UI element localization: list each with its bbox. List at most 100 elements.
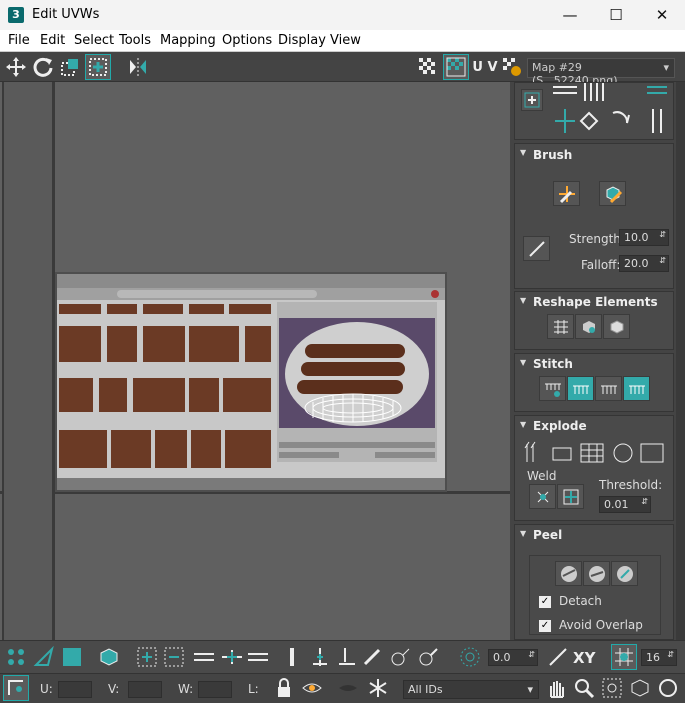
lasso-icon[interactable] (388, 645, 412, 669)
panel-scrollbar[interactable] (676, 82, 685, 640)
v-field[interactable] (128, 681, 162, 698)
loop-ring-icon[interactable] (192, 645, 272, 669)
pin-icon[interactable] (308, 645, 332, 669)
relax-element-icon[interactable] (575, 314, 602, 339)
edge-mode-icon[interactable] (32, 645, 56, 669)
zoom-region-icon[interactable] (600, 676, 624, 700)
menu-tools[interactable]: Tools (119, 33, 151, 48)
avoid-overlap-checkbox[interactable]: ✓ (539, 620, 551, 632)
bottom-toolbar: 0.0 ⇵ XY 16 ⇵ (0, 640, 685, 673)
freeze-icon[interactable] (366, 676, 390, 700)
vertex-mode-icon[interactable] (4, 645, 28, 669)
align-grid-icon[interactable] (549, 83, 639, 140)
minimize-button[interactable]: — (547, 0, 593, 30)
w-field[interactable] (198, 681, 232, 698)
collapse-icon[interactable]: ▼ (520, 420, 526, 429)
menu-view[interactable]: View (330, 33, 361, 48)
element-mode-icon[interactable] (97, 645, 121, 669)
uv-toggle[interactable]: U V (472, 55, 498, 79)
unpin-icon[interactable] (336, 645, 360, 669)
menu-select[interactable]: Select (74, 33, 114, 48)
face-mode-icon[interactable] (60, 645, 84, 669)
ids-select[interactable]: All IDs ▾ (403, 680, 539, 699)
peel-reset-icon[interactable] (611, 561, 638, 586)
grid-size-spinner[interactable]: 16 ⇵ (641, 649, 677, 666)
rollout-reshape: ▼ Reshape Elements (514, 291, 674, 350)
strength-label: Strength: (569, 232, 625, 246)
title-bar: 3 Edit UVWs — ☐ ✕ (0, 0, 685, 30)
transform-mode-icon[interactable] (3, 675, 29, 701)
hide-icon[interactable] (300, 676, 324, 700)
weld-all-icon[interactable] (557, 484, 584, 509)
menu-file[interactable]: File (8, 33, 30, 48)
brush-relax-icon[interactable] (599, 181, 626, 206)
rotate-tool-icon[interactable] (31, 55, 55, 79)
pan-hand-icon[interactable] (544, 676, 568, 700)
angle-spinner[interactable]: 0.0 ⇵ (488, 649, 538, 666)
mirror-tool-icon[interactable] (126, 55, 150, 79)
line-tool-icon[interactable] (523, 236, 550, 261)
collapse-icon[interactable]: ▼ (520, 296, 526, 305)
grow-selection-icon[interactable] (135, 645, 159, 669)
align-bar-icon[interactable] (280, 645, 304, 669)
checker-icon[interactable] (416, 55, 440, 79)
quick-peel-icon[interactable] (555, 561, 582, 586)
threshold-spinner[interactable]: 0.01 ⇵ (599, 496, 651, 513)
collapse-icon[interactable]: ▼ (520, 148, 526, 157)
eye-icon[interactable] (336, 676, 360, 700)
paint-select-icon[interactable] (416, 645, 440, 669)
collapse-icon[interactable]: ▼ (520, 358, 526, 367)
checker-teal-icon[interactable] (443, 54, 469, 80)
stitch-source-icon[interactable] (595, 376, 622, 401)
menu-mapping[interactable]: Mapping (160, 33, 216, 48)
rollout-brush: ▼ Brush Strength: 10.0 ⇵ Falloff: 20.0 ⇵ (514, 143, 674, 289)
collapse-icon[interactable]: ▼ (520, 529, 526, 538)
texture-settings-icon[interactable] (500, 55, 524, 79)
maximize-button[interactable]: ☐ (593, 0, 639, 30)
close-button[interactable]: ✕ (639, 0, 685, 30)
stitch-target-icon[interactable] (567, 376, 594, 401)
detach-checkbox[interactable]: ✓ (539, 596, 551, 608)
menu-edit[interactable]: Edit (40, 33, 65, 48)
map-select[interactable]: Map #29 (S...52240.png) ▾ (527, 58, 675, 87)
grid-snap-icon[interactable] (611, 644, 637, 670)
menu-options[interactable]: Options (222, 33, 272, 48)
status-toolbar: U: V: W: L: All IDs ▾ (0, 673, 685, 703)
detach-label: Detach (559, 594, 602, 608)
straighten-icon[interactable] (547, 314, 574, 339)
slash-icon[interactable] (546, 645, 570, 669)
xy-toggle[interactable]: XY (573, 649, 595, 667)
cube-icon[interactable] (603, 314, 630, 339)
peel-mode-icon[interactable] (583, 561, 610, 586)
threshold-label: Threshold: (599, 478, 663, 492)
brush-move-icon[interactable] (553, 181, 580, 206)
falloff-label: Falloff: (581, 258, 621, 272)
align-vertical-icon[interactable] (643, 83, 671, 140)
add-icon[interactable] (521, 89, 543, 111)
paint-brush-icon[interactable] (360, 645, 384, 669)
zoom-icon[interactable] (572, 676, 596, 700)
soft-select-icon[interactable] (458, 645, 482, 669)
window-title: Edit UVWs (32, 7, 100, 22)
weld-selected-icon[interactable] (529, 484, 556, 509)
weld-label: Weld (527, 469, 557, 483)
move-tool-icon[interactable] (4, 55, 28, 79)
avoid-overlap-label: Avoid Overlap (559, 618, 643, 632)
ids-select-value: All IDs (408, 683, 443, 696)
strength-value: 10.0 (624, 231, 649, 244)
w-label: W: (178, 682, 194, 696)
stitch-custom-icon[interactable] (539, 376, 566, 401)
zoom-selected-icon[interactable] (656, 676, 680, 700)
rollout-title: Reshape Elements (533, 295, 658, 309)
lock-icon[interactable] (272, 676, 296, 700)
stitch-average-icon[interactable] (623, 376, 650, 401)
u-field[interactable] (58, 681, 92, 698)
zoom-extents-icon[interactable] (628, 676, 652, 700)
freeform-tool-icon[interactable] (85, 54, 111, 80)
strength-spinner[interactable]: 10.0 ⇵ (619, 229, 669, 246)
menu-display[interactable]: Display (278, 33, 326, 48)
scale-tool-icon[interactable] (58, 55, 82, 79)
falloff-spinner[interactable]: 20.0 ⇵ (619, 255, 669, 272)
explode-tools-icon[interactable] (523, 440, 667, 469)
shrink-selection-icon[interactable] (162, 645, 186, 669)
